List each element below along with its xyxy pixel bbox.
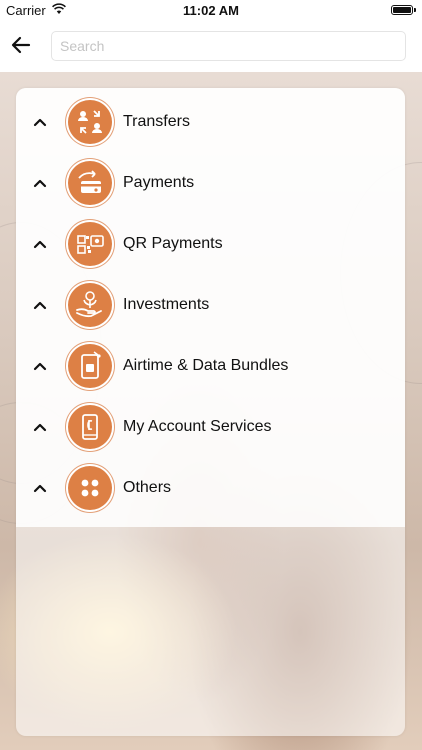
chevron-up-icon[interactable] [33,361,47,371]
chevron-up-icon[interactable] [33,117,47,127]
menu-item-account-services[interactable]: My Account Services [16,397,405,458]
header [0,20,422,72]
chevron-up-icon[interactable] [33,422,47,432]
menu-item-investments[interactable]: Investments [16,275,405,336]
services-card: Transfers Payments QR Payments Investmen… [16,88,405,736]
back-arrow-icon[interactable] [8,32,34,58]
airtime-icon [68,344,112,388]
chevron-up-icon[interactable] [33,483,47,493]
menu-item-label: Others [123,479,172,496]
menu-item-others[interactable]: Others [16,458,405,519]
menu-item-label: Investments [123,296,210,313]
chevron-up-icon[interactable] [33,178,47,188]
menu-item-label: Transfers [123,113,190,130]
others-icon [68,466,112,510]
battery-icon [391,5,416,15]
investments-icon [68,283,112,327]
menu-item-airtime-data[interactable]: Airtime & Data Bundles [16,336,405,397]
account-services-icon [68,405,112,449]
status-bar: Carrier 11:02 AM [0,0,422,20]
menu-item-label: QR Payments [123,235,223,252]
menu-item-label: Airtime & Data Bundles [123,357,289,374]
qr-payments-icon [68,222,112,266]
chevron-up-icon[interactable] [33,239,47,249]
payments-icon [68,161,112,205]
menu-item-label: Payments [123,174,195,191]
transfers-icon [68,100,112,144]
services-list: Transfers Payments QR Payments Investmen… [16,88,405,527]
chevron-up-icon[interactable] [33,300,47,310]
menu-item-transfers[interactable]: Transfers [16,92,405,153]
menu-item-payments[interactable]: Payments [16,153,405,214]
menu-item-qr-payments[interactable]: QR Payments [16,214,405,275]
menu-item-label: My Account Services [123,418,272,435]
search-input[interactable] [51,31,406,61]
clock: 11:02 AM [183,3,239,18]
